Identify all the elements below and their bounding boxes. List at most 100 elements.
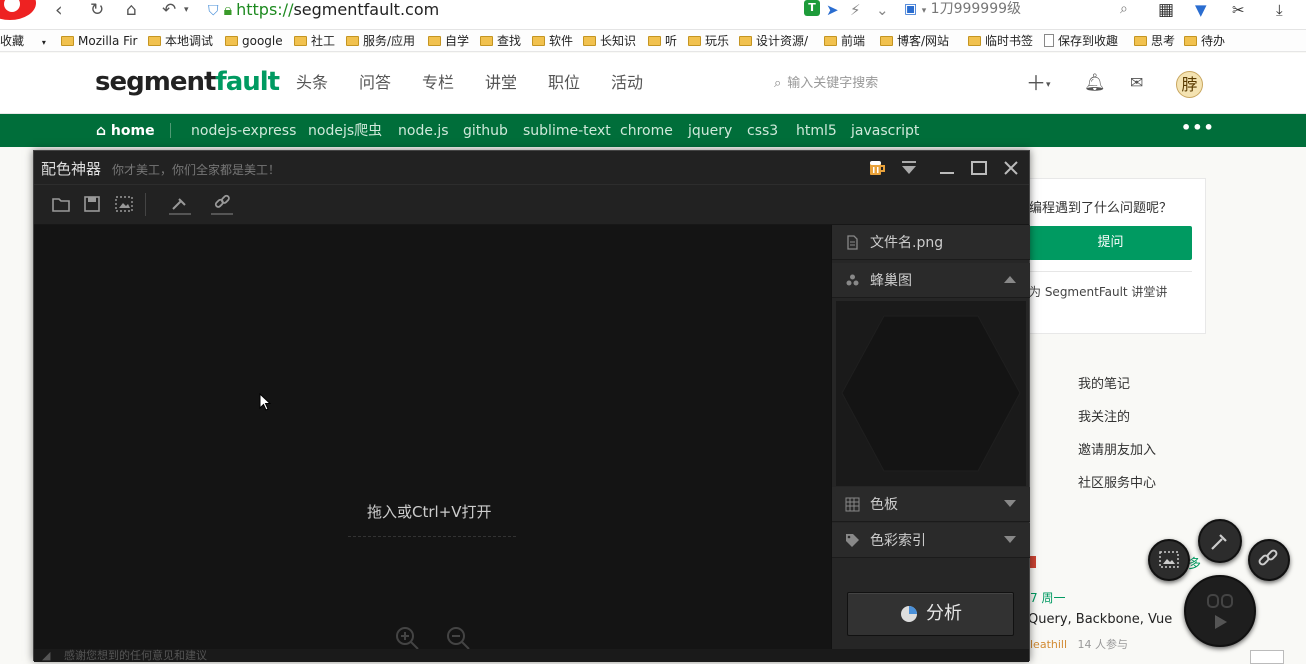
reload-icon[interactable]: ↻: [90, 0, 104, 20]
zoom-out-icon[interactable]: [445, 625, 471, 651]
site-header: segmentfault 头条 问答 专栏 讲堂 职位 活动 ⌕ 输入关键字搜索 …: [0, 53, 1306, 114]
link-icon: [1258, 549, 1278, 566]
home-icon[interactable]: ⌂: [126, 0, 137, 20]
tag-item[interactable]: nodejs-express: [191, 122, 296, 140]
folder-icon: [148, 36, 161, 46]
undo-close-icon[interactable]: ↶: [162, 0, 176, 20]
bell-icon[interactable]: 🔔︎: [1084, 71, 1106, 95]
tag-item[interactable]: github: [463, 122, 508, 140]
back-icon[interactable]: ‹: [55, 0, 63, 20]
maximize-icon[interactable]: [970, 157, 988, 179]
floating-screenshot-button[interactable]: [1148, 539, 1190, 581]
more-tags-icon[interactable]: •••: [1181, 118, 1215, 137]
open-folder-icon[interactable]: [50, 193, 72, 215]
bookmark-folder[interactable]: 社工: [294, 33, 335, 49]
tag-item[interactable]: sublime-text: [523, 122, 611, 140]
bookmark-folder[interactable]: 自学: [428, 33, 469, 49]
sidebar-link-invite[interactable]: 邀请朋友加入: [1078, 439, 1156, 458]
app-title: 配色神器: [41, 160, 102, 178]
event-title[interactable]: Query, Backbone, Vue: [1028, 612, 1172, 627]
floating-eyedropper-button[interactable]: [1198, 519, 1242, 563]
sidebar-link-service[interactable]: 社区服务中心: [1078, 472, 1156, 491]
sidebar-link-following[interactable]: 我关注的: [1078, 406, 1130, 425]
swatch-section-header[interactable]: 色板: [832, 487, 1030, 522]
site-search-input[interactable]: ⌕ 输入关键字搜索: [774, 75, 878, 93]
bookmark-folder[interactable]: 玩乐: [688, 33, 729, 49]
hive-section-header[interactable]: 蜂巢图: [832, 263, 1030, 298]
nav-item[interactable]: 专栏: [422, 73, 454, 93]
bookmark-folder[interactable]: google: [225, 33, 283, 49]
image-canvas[interactable]: 拖入或Ctrl+V打开: [34, 225, 831, 660]
bookmark-folder[interactable]: 博客/网站: [880, 33, 949, 49]
color-index-section-header[interactable]: 色彩索引: [832, 523, 1030, 558]
sidebar-link-notes[interactable]: 我的笔记: [1078, 373, 1130, 392]
chevron-down-icon[interactable]: ▾: [184, 0, 189, 20]
back-to-top-button[interactable]: [1250, 650, 1284, 664]
flash-icon[interactable]: ⚡: [850, 0, 861, 20]
tag-item[interactable]: chrome: [620, 122, 673, 140]
bookmark-folder[interactable]: 前端: [824, 33, 865, 49]
tag-item[interactable]: html5: [796, 122, 837, 140]
close-icon[interactable]: [1002, 157, 1020, 179]
app-toolbar: [34, 185, 1029, 225]
expand-arrow-icon[interactable]: [1004, 536, 1016, 543]
rocket-icon[interactable]: ➤: [826, 0, 839, 20]
nav-item[interactable]: 职位: [548, 73, 580, 93]
bookmark-folder[interactable]: 本地调试: [148, 33, 213, 49]
screenshot-icon[interactable]: [113, 193, 135, 215]
expand-arrow-icon[interactable]: [1004, 500, 1016, 507]
apps-grid-icon[interactable]: ▦: [1158, 0, 1174, 20]
nav-item[interactable]: 讲堂: [485, 73, 517, 93]
bookmark-folder[interactable]: 听: [648, 33, 677, 49]
folder-icon: [346, 36, 359, 46]
tag-item[interactable]: css3: [747, 122, 778, 140]
bookmark-page[interactable]: 保存到收趣: [1044, 33, 1118, 49]
floating-main-button[interactable]: [1184, 575, 1256, 647]
nav-item[interactable]: 问答: [359, 73, 391, 93]
nav-item[interactable]: 头条: [296, 73, 328, 93]
ask-button[interactable]: 提问: [1029, 226, 1192, 260]
save-icon[interactable]: [81, 193, 103, 215]
browser-logo-icon[interactable]: [0, 0, 36, 20]
avatar[interactable]: 脖: [1176, 71, 1203, 98]
url-field[interactable]: ⛉ 🔒︎ https://segmentfault.com: [208, 0, 788, 20]
site-logo[interactable]: segmentfault: [95, 67, 280, 97]
tag-item[interactable]: javascript: [851, 122, 919, 140]
bookmark-folder[interactable]: 临时书签: [968, 33, 1033, 49]
collapse-arrow-icon[interactable]: [1004, 276, 1016, 283]
eyedropper-icon[interactable]: [165, 193, 193, 215]
add-menu-icon[interactable]: ＋▾: [1026, 71, 1051, 97]
analyze-button[interactable]: 分析: [847, 592, 1014, 636]
menu-dropdown-icon[interactable]: [900, 157, 918, 179]
link-icon[interactable]: [208, 193, 236, 215]
dropdown-chevron-icon[interactable]: ⌄: [876, 0, 889, 20]
bookmark-folder[interactable]: 思考: [1134, 33, 1175, 49]
bookmark-folder[interactable]: 设计资源/: [739, 33, 808, 49]
bookmark-folder[interactable]: 软件: [532, 33, 573, 49]
browser-search-field[interactable]: ▣ ▾ 1刀999999级 ⌕: [904, 0, 1144, 20]
bookmark-folder[interactable]: 服务/应用: [346, 33, 415, 49]
bookmark-folder[interactable]: 长知识: [583, 33, 636, 49]
tag-home[interactable]: ⌂ home: [96, 122, 155, 140]
shield-v-icon[interactable]: ▼: [1195, 0, 1207, 20]
minimize-icon[interactable]: [938, 157, 956, 179]
app-titlebar[interactable]: 配色神器 你才美工，你们全家都是美工！: [34, 151, 1029, 185]
bookmark-folder[interactable]: Mozilla Fir: [61, 33, 137, 49]
lecture-promo-link[interactable]: 为 SegmentFault 讲堂讲: [1029, 283, 1167, 300]
bookmark-folder[interactable]: 查找: [480, 33, 521, 49]
bookmark-folder[interactable]: 待办: [1184, 33, 1225, 49]
beer-cup-icon[interactable]: [868, 159, 886, 176]
extension-t-icon[interactable]: T: [804, 0, 820, 16]
event-author[interactable]: leathill: [1030, 638, 1067, 651]
download-icon[interactable]: ⤓: [1276, 0, 1283, 20]
nav-item[interactable]: 活动: [611, 73, 643, 93]
zoom-in-icon[interactable]: [394, 625, 420, 651]
scissors-icon[interactable]: ✂: [1232, 0, 1245, 20]
bookmarks-menu[interactable]: 收藏 ▾: [0, 33, 46, 49]
search-icon[interactable]: ⌕: [1120, 0, 1128, 18]
tag-item[interactable]: node.js: [398, 122, 449, 140]
floating-link-button[interactable]: [1248, 539, 1290, 581]
tag-item[interactable]: jquery: [688, 122, 732, 140]
mail-icon[interactable]: ✉: [1130, 71, 1143, 95]
tag-item[interactable]: nodejs爬虫: [308, 122, 382, 140]
